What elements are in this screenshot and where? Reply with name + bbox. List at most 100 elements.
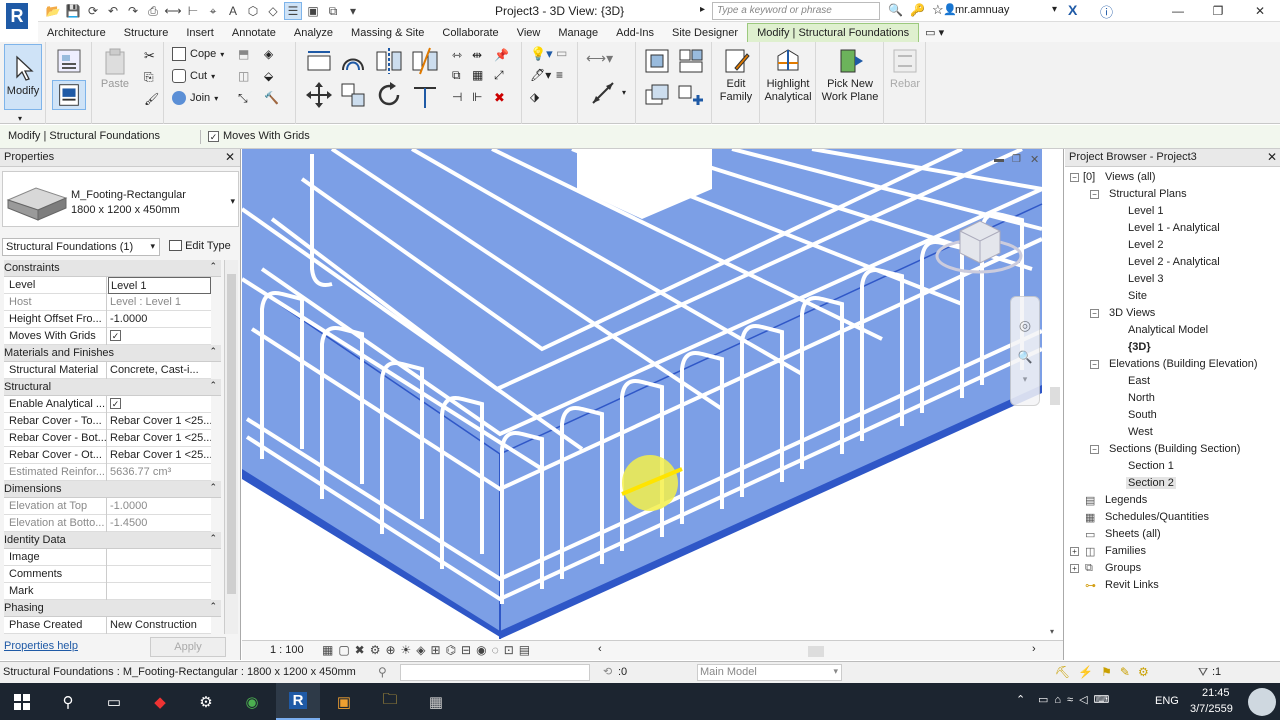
beam-join-icon[interactable]: ◫	[238, 69, 249, 83]
cut-dropdown-icon[interactable]: ▾	[211, 72, 215, 81]
default-3d-icon[interactable]: ⬡	[244, 2, 262, 20]
match-properties-icon[interactable]: 🖌	[144, 92, 159, 106]
file-explorer-icon[interactable]: 🗀	[368, 683, 412, 720]
section-structural[interactable]: Structural ⌃	[4, 379, 221, 396]
help-icon[interactable]: ⓘ	[1100, 2, 1113, 21]
print-icon[interactable]: ⎙	[144, 2, 162, 20]
create-parts-icon[interactable]	[676, 46, 706, 76]
scroll-left-icon[interactable]: ‹	[598, 643, 602, 655]
prop-height-offset-value[interactable]: -1.0000	[108, 311, 211, 328]
application-menu-button[interactable]: R	[0, 0, 38, 40]
view-icon[interactable]: ▭	[556, 46, 567, 60]
collapse-structural-plans-icon[interactable]: −	[1090, 190, 1099, 199]
tree-plan-level3[interactable]: Level 3	[1128, 273, 1163, 285]
selection-filter-icons[interactable]: ⛏⚡⚑✎⚙	[1055, 665, 1157, 679]
section-phasing[interactable]: Phasing ⌃	[4, 600, 221, 617]
cope-button[interactable]: Cope ▾	[172, 47, 224, 61]
cut-icon[interactable]: ✂	[144, 48, 155, 64]
trim-single-icon[interactable]: ⊩	[472, 90, 482, 104]
steering-wheel-icon[interactable]: ◎	[1011, 317, 1039, 334]
move-icon[interactable]	[304, 80, 334, 110]
minimize-button[interactable]: —	[1158, 0, 1198, 22]
pick-new-work-plane-button[interactable]: Pick New Work Plane	[820, 46, 880, 104]
prop-rebar-bot-value[interactable]: Rebar Cover 1 <25...	[108, 430, 211, 447]
text-icon[interactable]: A	[224, 2, 242, 20]
trim-extend-icon[interactable]	[410, 80, 440, 110]
edit-family-button[interactable]: Edit Family	[716, 46, 756, 104]
tree-section-1[interactable]: Section 1	[1128, 460, 1174, 472]
tree-structural-plans[interactable]: Structural Plans	[1109, 188, 1187, 200]
copy-move-icon[interactable]	[338, 80, 368, 110]
copy-element-icon[interactable]: ⧉	[452, 68, 461, 83]
expand-families-icon[interactable]: +	[1070, 547, 1079, 556]
prop-image-value[interactable]	[108, 549, 211, 566]
tree-sheets[interactable]: Sheets (all)	[1105, 528, 1161, 540]
collapse-3d-views-icon[interactable]: −	[1090, 309, 1099, 318]
type-properties-icon[interactable]	[54, 46, 84, 76]
tree-plan-level2[interactable]: Level 2	[1128, 239, 1163, 251]
select-dropdown-icon[interactable]: ▾	[18, 114, 22, 123]
rotate-icon[interactable]	[374, 80, 404, 110]
tree-section-2[interactable]: Section 2	[1126, 477, 1176, 489]
view-vertical-scrollbar[interactable]: ▾	[1048, 167, 1062, 639]
modify-button[interactable]: Modify	[4, 44, 42, 110]
scroll-down-icon[interactable]: ▾	[1050, 627, 1054, 636]
pin-icon[interactable]: 📌	[494, 48, 509, 62]
moves-with-grids-prop-checkbox[interactable]: ✓	[110, 330, 121, 341]
search-icon[interactable]: 🔍	[888, 3, 903, 17]
scale-icon[interactable]: ⤢	[494, 68, 504, 83]
tree-revit-links[interactable]: Revit Links	[1105, 579, 1159, 591]
chrome-icon[interactable]: ◉	[230, 683, 274, 720]
search-expand-icon[interactable]: ▸	[700, 4, 705, 15]
restore-button[interactable]: ❐	[1198, 0, 1238, 22]
paste-button[interactable]: Paste	[98, 46, 132, 91]
profile-avatar[interactable]	[1248, 688, 1276, 716]
view-restore-icon[interactable]: ❐	[1012, 154, 1021, 165]
tab-architecture[interactable]: Architecture	[38, 24, 115, 42]
split-element-icon[interactable]: ⇿	[452, 48, 462, 62]
section-materials[interactable]: Materials and Finishes ⌃	[4, 345, 221, 362]
prop-rebar-top-value[interactable]: Rebar Cover 1 <25...	[108, 413, 211, 430]
mirror-draw-axis-icon[interactable]	[410, 46, 440, 76]
close-hidden-icon[interactable]: ▣	[304, 2, 322, 20]
nav-dropdown-icon[interactable]: ▾	[1011, 374, 1039, 385]
language-indicator[interactable]: ENG	[1155, 695, 1179, 707]
panel-toggle-icon[interactable]: ▭ ▾	[919, 23, 950, 42]
view-control-icons[interactable]: ▦▢✖⚙⊕☀◈⊞⌬⊟◉◌⊡▤	[322, 643, 535, 657]
tree-families[interactable]: Families	[1105, 545, 1146, 557]
tree-legends[interactable]: Legends	[1105, 494, 1147, 506]
tree-elev-north[interactable]: North	[1128, 392, 1155, 404]
prop-mark-value[interactable]	[108, 583, 211, 600]
revit-taskbar-icon[interactable]: R	[276, 683, 320, 720]
cope-dropdown-icon[interactable]: ▾	[220, 50, 224, 59]
dimension-icon[interactable]: ⊢	[184, 2, 202, 20]
tab-structure[interactable]: Structure	[115, 24, 178, 42]
create-group-icon[interactable]	[642, 80, 672, 110]
properties-scroll-thumb[interactable]	[227, 274, 236, 594]
tree-elev-west[interactable]: West	[1128, 426, 1153, 438]
align-icon[interactable]	[304, 46, 334, 76]
view-vertical-thumb[interactable]	[1050, 387, 1060, 405]
worksets-icon[interactable]: ⚲	[378, 665, 387, 679]
create-similar-icon[interactable]	[676, 80, 706, 110]
measure-icon[interactable]: ⟷▾	[586, 50, 613, 67]
tree-plan-level1[interactable]: Level 1	[1128, 205, 1163, 217]
tree-3d-views[interactable]: 3D Views	[1109, 307, 1155, 319]
section-dimensions[interactable]: Dimensions ⌃	[4, 481, 221, 498]
sync-icon[interactable]: ⟳	[84, 2, 102, 20]
tab-massing-site[interactable]: Massing & Site	[342, 24, 433, 42]
enable-analytical-checkbox[interactable]: ✓	[110, 398, 121, 409]
view-horizontal-thumb[interactable]	[808, 646, 824, 657]
tab-manage[interactable]: Manage	[549, 24, 607, 42]
undo-icon[interactable]: ↶	[104, 2, 122, 20]
filter-icon[interactable]: ⛛	[1198, 665, 1208, 680]
tab-modify-structural-foundations[interactable]: Modify | Structural Foundations	[747, 23, 920, 42]
tree-plan-level1-analytical[interactable]: Level 1 - Analytical	[1128, 222, 1220, 234]
trim-icon[interactable]: ⊣	[452, 90, 462, 104]
settings-gear-icon[interactable]: ⚙	[184, 683, 228, 720]
exchange-apps-icon[interactable]: X	[1068, 2, 1077, 18]
dimension-dropdown-icon[interactable]: ▾	[622, 88, 626, 97]
workset-select[interactable]	[400, 664, 590, 681]
tab-annotate[interactable]: Annotate	[223, 24, 285, 42]
tree-plan-site[interactable]: Site	[1128, 290, 1147, 302]
